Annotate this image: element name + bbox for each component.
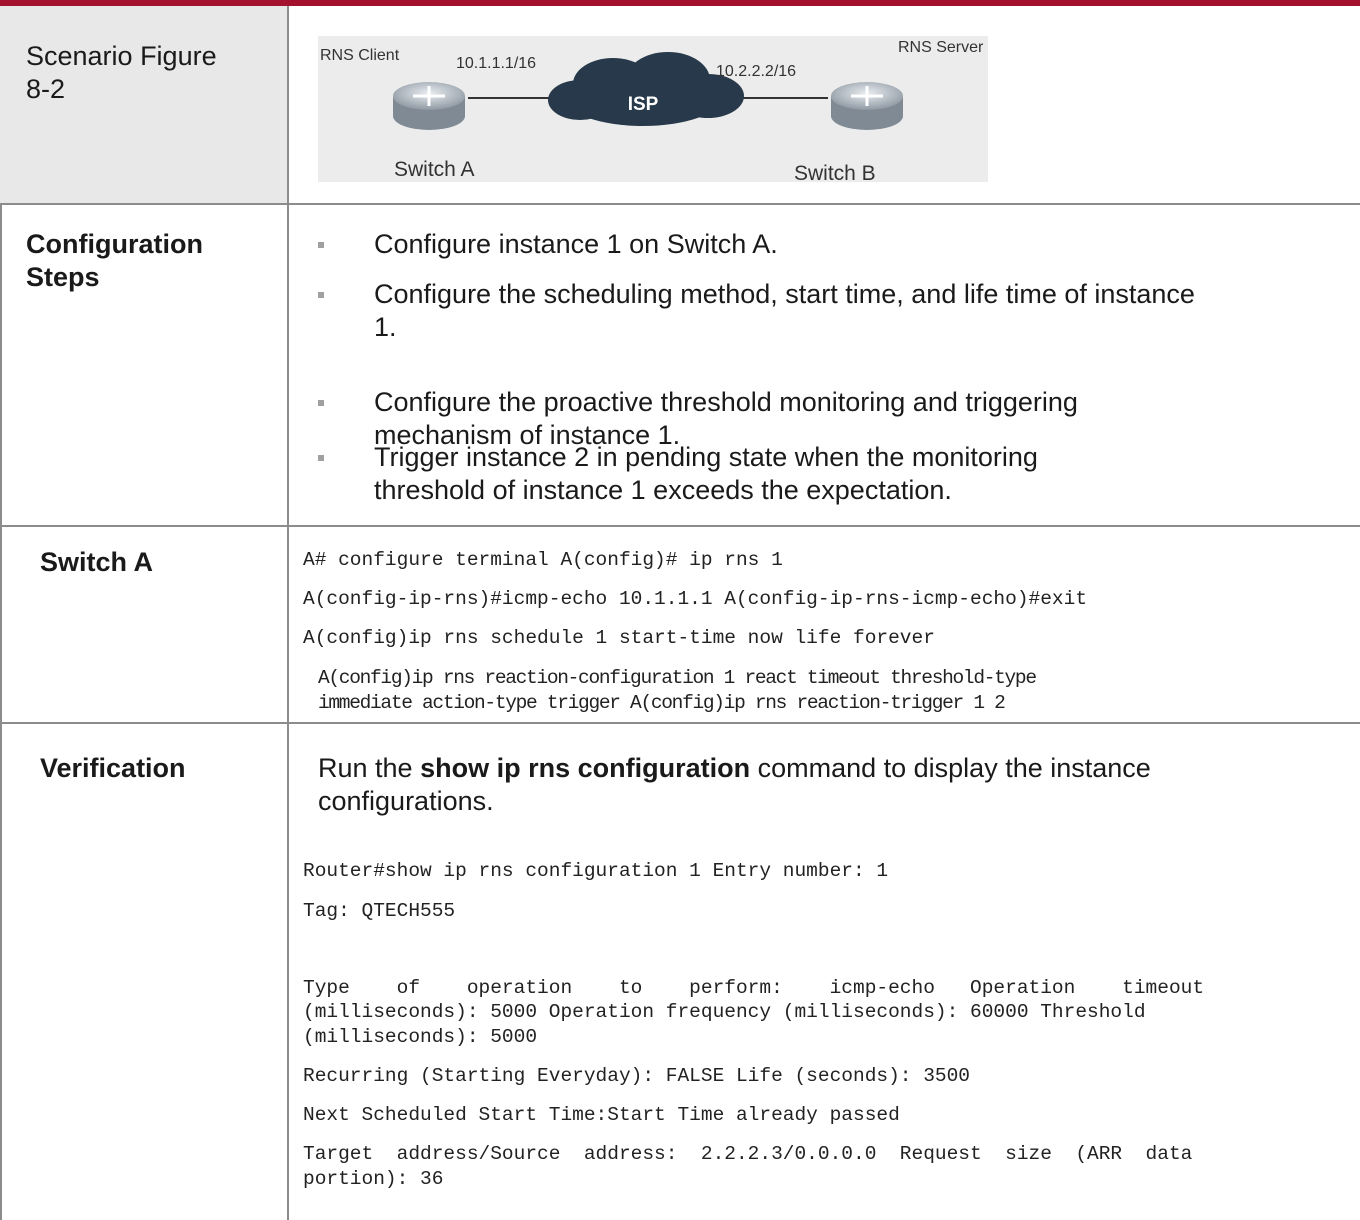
step-text-line: Trigger instance 2 in pending state when… [374, 442, 1038, 472]
server-ip-label: 10.2.2.2/16 [716, 63, 796, 80]
step-text: Configure instance 1 on Switch A. [374, 229, 778, 259]
config-steps-label-line2: Steps [26, 262, 100, 292]
intro-suffix: command to display the instance [750, 753, 1151, 783]
rns-server-label: RNS Server [898, 39, 984, 56]
switch-b-router-icon [831, 82, 903, 130]
step-text-line: 1. [374, 312, 397, 342]
step-text: Trigger instance 2 in pending state when… [374, 441, 1038, 507]
switch-a-label: Switch A [394, 158, 475, 181]
network-diagram: ISP RNS Client 10.1.1.1/16 10.2.2.2/16 R… [318, 36, 988, 185]
step-text-line: Configure the proactive threshold monito… [374, 387, 1078, 417]
verification-label: Verification [40, 753, 186, 783]
bullet-icon [318, 455, 324, 461]
topology-svg: ISP RNS Client 10.1.1.1/16 10.2.2.2/16 R… [320, 39, 984, 185]
client-ip-label: 10.1.1.1/16 [456, 55, 536, 72]
switch-a-label-cell: Switch A [40, 547, 154, 577]
verification-intro-line2: configurations. [318, 786, 494, 816]
intro-prefix: Run the [318, 753, 421, 783]
switch-a-code-line: A(config)ip rns reaction-configuration 1… [318, 667, 1037, 689]
step-text: Configure the scheduling method, start t… [374, 278, 1195, 344]
row-divider-3 [0, 722, 1360, 724]
bullet-icon [318, 292, 324, 298]
table-column-divider [287, 6, 289, 1220]
isp-label: ISP [628, 94, 659, 115]
step-text-line: Configure the scheduling method, start t… [374, 279, 1195, 309]
output-line: portion): 36 [303, 1168, 444, 1190]
step-text-line: threshold of instance 1 exceeds the expe… [374, 475, 952, 505]
switch-a-code-line: A(config)ip rns schedule 1 start-time no… [303, 627, 935, 649]
output-line: Recurring (Starting Everyday): FALSE Lif… [303, 1065, 971, 1087]
intro-command: show ip rns configuration [420, 753, 751, 783]
row-divider-2 [0, 525, 1360, 527]
output-line: Target address/Source address: 2.2.2.3/0… [303, 1143, 1193, 1165]
output-line: Type of operation to perform: icmp-echo … [303, 977, 1205, 999]
bullet-icon [318, 400, 324, 406]
rns-client-label: RNS Client [320, 47, 400, 64]
config-steps-label: Configuration Steps [26, 228, 276, 294]
switch-a-code-line: A(config-ip-rns)#icmp-echo 10.1.1.1 A(co… [303, 588, 1088, 610]
scenario-label: Scenario Figure 8-2 [26, 41, 217, 104]
switch-b-label: Switch B [794, 162, 876, 182]
output-line: Tag: QTECH555 [303, 900, 456, 922]
output-line: (milliseconds): 5000 Operation frequency… [303, 1001, 1146, 1023]
bullet-icon [318, 242, 324, 248]
switch-a-code-line: A# configure terminal A(config)# ip rns … [303, 549, 783, 571]
output-line: (milliseconds): 5000 [303, 1026, 538, 1048]
switch-a-router-icon [393, 82, 465, 130]
verification-intro-line1: Run the show ip rns configuration comman… [318, 752, 1348, 785]
switch-a-code-line: immediate action-type trigger A(config)i… [318, 692, 1006, 714]
output-line: Next Scheduled Start Time:Start Time alr… [303, 1104, 900, 1126]
config-steps-label-line1: Configuration [26, 229, 203, 259]
output-line: Router#show ip rns configuration 1 Entry… [303, 860, 889, 882]
row-divider-1 [0, 203, 1360, 205]
verification-intro: Run the show ip rns configuration comman… [318, 752, 1348, 818]
